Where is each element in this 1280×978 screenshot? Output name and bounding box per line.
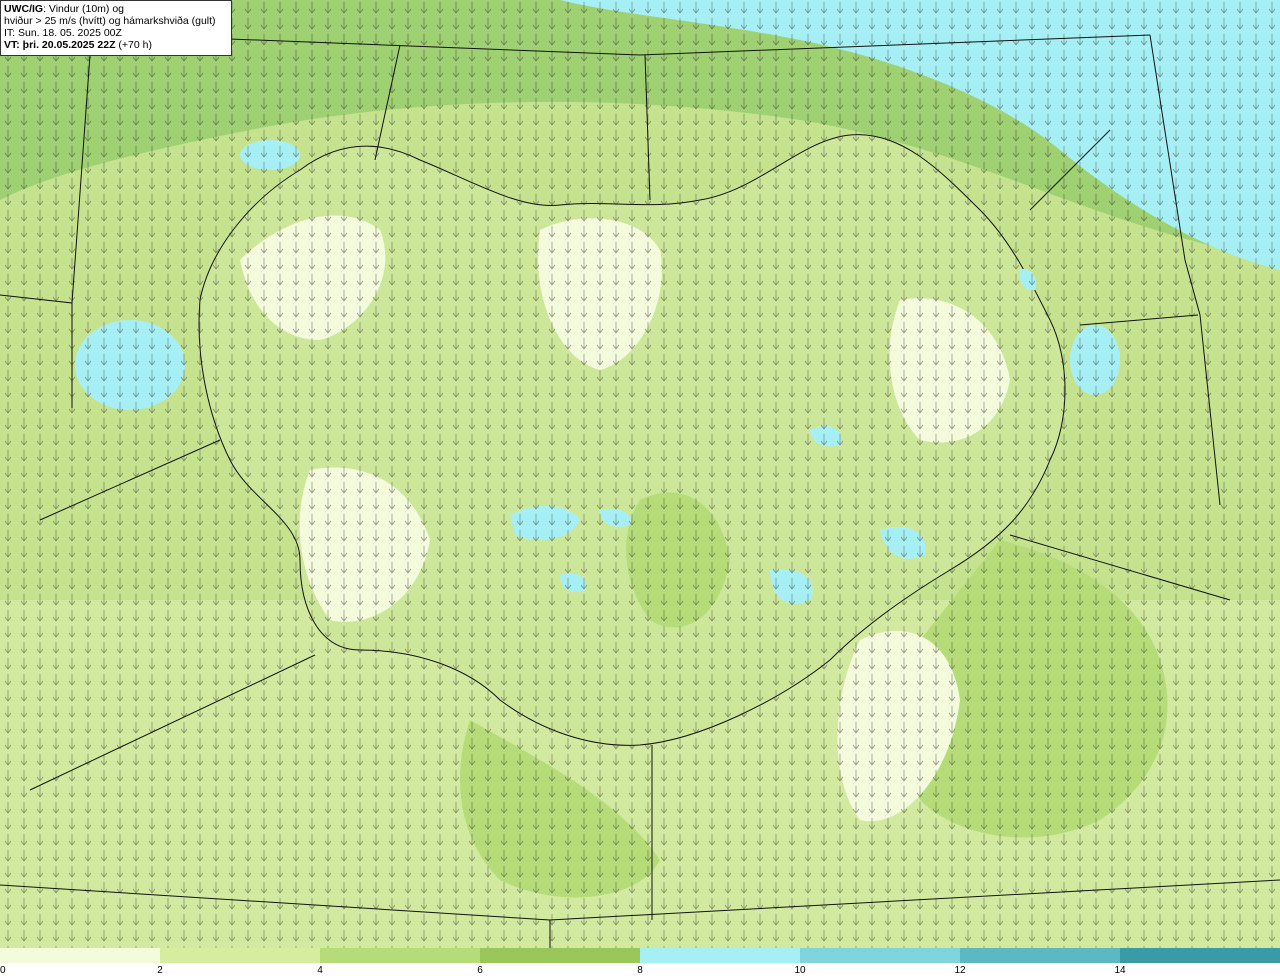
legend-tick-label: 14 <box>1114 965 1126 976</box>
map-info-box: UWC/IG: Vindur (10m) og hviður > 25 m/s … <box>0 0 232 56</box>
legend-tick-label: 10 <box>794 965 806 976</box>
weather-map <box>0 0 1280 948</box>
legend-swatch <box>320 948 480 963</box>
legend-ticks: 0 2 4 6 8 10 12 14 <box>0 963 1280 978</box>
info-valid-time-line: VT: þri. 20.05.2025 22Z (+70 h) <box>4 39 228 51</box>
legend-swatch <box>640 948 800 963</box>
model-name: UWC/IG <box>4 3 44 15</box>
legend-tick-label: 8 <box>637 965 643 976</box>
title-text: : Vindur (10m) og <box>43 3 125 15</box>
legend-swatch <box>0 948 160 963</box>
info-init-time: IT: Sun. 18. 05. 2025 00Z <box>4 27 122 39</box>
legend-swatch <box>160 948 320 963</box>
legend-tick-label: 12 <box>954 965 966 976</box>
info-title-line: UWC/IG: Vindur (10m) og <box>4 3 228 15</box>
legend-swatch <box>960 948 1120 963</box>
legend-tick-label: 2 <box>157 965 163 976</box>
legend-color-bar <box>0 948 1280 963</box>
wind-arrows <box>0 0 1280 948</box>
legend-tick-label: 0 <box>0 965 6 976</box>
info-subtitle-line: hviður > 25 m/s (hvítt) og hámarkshviða … <box>4 15 216 27</box>
legend-tick-label: 4 <box>317 965 323 976</box>
lead-time: (+70 h) <box>115 39 152 51</box>
legend-swatch <box>480 948 640 963</box>
legend-swatch <box>800 948 960 963</box>
legend-tick-label: 6 <box>477 965 483 976</box>
valid-time: VT: þri. 20.05.2025 22Z <box>4 39 116 51</box>
legend-swatch <box>1120 948 1280 963</box>
color-legend: 0 2 4 6 8 10 12 14 <box>0 948 1280 978</box>
